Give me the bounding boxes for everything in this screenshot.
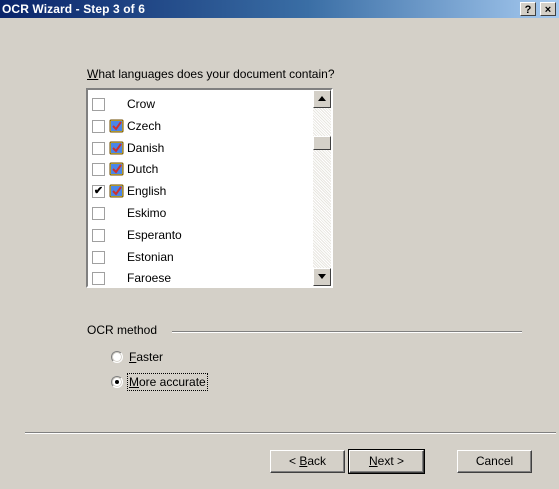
language-checkbox[interactable]: ✔ <box>92 185 105 199</box>
language-item[interactable]: ✔ English <box>88 181 308 203</box>
language-label: Crow <box>127 97 156 111</box>
arrow-up-icon <box>318 96 326 101</box>
language-listbox[interactable]: Crow Czech Danish Dutch ✔ English Eskimo Espera… <box>86 88 333 288</box>
language-checkbox[interactable] <box>92 119 105 133</box>
ocr-method-divider <box>172 331 522 333</box>
close-button[interactable]: × <box>540 2 556 16</box>
language-label: Estonian <box>127 249 174 264</box>
button-separator <box>25 432 556 434</box>
scroll-thumb[interactable] <box>313 136 331 150</box>
radio-more-accurate-circle[interactable] <box>111 376 123 388</box>
languages-question: What languages does your document contai… <box>87 67 335 81</box>
vertical-scrollbar[interactable] <box>313 90 331 286</box>
language-label: Esperanto <box>127 227 182 242</box>
arrow-down-icon <box>318 274 326 279</box>
language-checkbox[interactable] <box>92 250 105 264</box>
language-item[interactable]: Crow <box>88 94 308 116</box>
title-bar: OCR Wizard - Step 3 of 6 ? × <box>0 0 559 18</box>
language-label: Danish <box>127 140 165 155</box>
dictionary-icon <box>109 184 124 198</box>
language-item[interactable]: Estonian <box>88 247 308 269</box>
help-button[interactable]: ? <box>520 2 536 16</box>
ocr-method-label: OCR method <box>87 323 158 337</box>
help-icon: ? <box>524 4 532 16</box>
language-label: English <box>127 184 167 199</box>
scroll-down-button[interactable] <box>313 268 331 286</box>
language-list: Crow Czech Danish Dutch ✔ English Eskimo Espera… <box>88 94 308 286</box>
radio-faster-circle[interactable] <box>111 351 123 363</box>
language-item[interactable]: Czech <box>88 116 308 138</box>
language-item[interactable]: Dutch <box>88 159 308 181</box>
language-label: Eskimo <box>127 205 167 220</box>
language-label: Faroese <box>127 271 172 286</box>
language-checkbox[interactable] <box>92 141 105 155</box>
language-checkbox[interactable] <box>92 228 105 242</box>
language-item[interactable]: Faroese <box>88 268 308 286</box>
back-button[interactable]: < Back <box>270 450 345 473</box>
cancel-button[interactable]: Cancel <box>457 450 532 473</box>
language-item[interactable]: Eskimo <box>88 203 308 225</box>
language-checkbox[interactable] <box>92 206 105 220</box>
language-checkbox[interactable] <box>92 98 105 111</box>
dictionary-icon <box>109 162 124 176</box>
dictionary-icon <box>109 119 124 133</box>
close-icon: × <box>544 4 552 16</box>
scroll-up-button[interactable] <box>313 90 331 108</box>
language-checkbox[interactable] <box>92 163 105 177</box>
radio-more-accurate-label: More accurate <box>127 373 208 391</box>
next-button[interactable]: Next > <box>348 449 425 474</box>
radio-faster-label: Faster <box>129 350 164 364</box>
window-title: OCR Wizard - Step 3 of 6 <box>2 2 145 16</box>
language-item[interactable]: Danish <box>88 138 308 160</box>
dictionary-icon <box>109 141 124 155</box>
language-label: Dutch <box>127 162 159 177</box>
language-item[interactable]: Esperanto <box>88 225 308 247</box>
language-checkbox[interactable] <box>92 272 105 286</box>
language-label: Czech <box>127 118 162 133</box>
